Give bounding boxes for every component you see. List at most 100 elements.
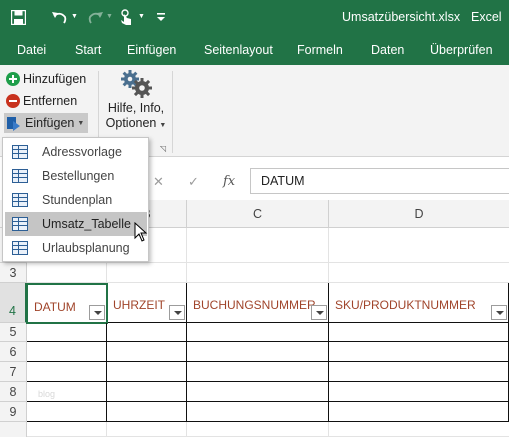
touch-dropdown-icon[interactable]: ▼ <box>138 13 145 20</box>
gears-icon <box>119 69 153 99</box>
menu-item-umsatz-tabelle[interactable]: Umsatz_Tabelle <box>5 212 147 236</box>
menu-item-label: Stundenplan <box>42 193 113 207</box>
tab-start[interactable]: Start <box>75 43 101 57</box>
help-info-options-button[interactable]: Hilfe, Info, Optionen ▼ <box>103 69 169 133</box>
menu-item-label: Adressvorlage <box>42 145 122 159</box>
column-header-d[interactable]: D <box>329 200 509 228</box>
menu-item-adressvorlage[interactable]: Adressvorlage <box>5 140 147 164</box>
table-cell[interactable] <box>107 323 187 342</box>
menu-item-urlaubsplanung[interactable]: Urlaubsplanung <box>5 236 147 260</box>
filter-dropdown-datum[interactable] <box>89 305 105 320</box>
table-cell[interactable] <box>27 323 107 342</box>
filter-dropdown-buchungsnummer[interactable] <box>311 305 327 320</box>
file-name: Umsatzübersicht.xlsx <box>342 10 461 24</box>
cell[interactable] <box>329 228 509 263</box>
mouse-cursor-icon <box>134 222 148 242</box>
insert-button[interactable]: Einfügen ▼ <box>4 113 88 133</box>
tab-einfuegen[interactable]: Einfügen <box>127 43 176 57</box>
insert-label: Einfügen <box>25 116 75 130</box>
app-name: Excel <box>471 10 502 24</box>
row-header-5[interactable]: 5 <box>0 323 27 342</box>
add-button[interactable]: Hinzufügen <box>6 69 86 89</box>
column-header-c[interactable]: C <box>187 200 329 228</box>
add-icon <box>6 72 20 86</box>
menu-item-label: Umsatz_Tabelle <box>42 217 131 231</box>
tab-seitenlayout[interactable]: Seitenlayout <box>204 43 273 57</box>
table-cell[interactable] <box>329 362 509 382</box>
add-label: Hinzufügen <box>23 72 87 86</box>
redo-dropdown-icon[interactable]: ▼ <box>106 13 113 20</box>
cancel-icon[interactable]: ✕ <box>153 174 164 190</box>
table-cell[interactable] <box>27 342 107 362</box>
table-cell[interactable] <box>329 323 509 342</box>
table-template-icon <box>12 217 28 231</box>
cell[interactable] <box>27 263 107 283</box>
table-cell[interactable] <box>107 362 187 382</box>
table-cell[interactable] <box>107 402 187 422</box>
cell[interactable] <box>187 263 329 283</box>
redo-icon[interactable] <box>86 8 104 26</box>
table-cell[interactable] <box>187 382 329 402</box>
table-cell[interactable] <box>107 342 187 362</box>
ribbon-tabs: Datei Start Einfügen Seitenlayout Formel… <box>0 35 509 65</box>
table-cell[interactable] <box>329 382 509 402</box>
group-launcher-icon[interactable]: ◹ <box>160 144 166 153</box>
table-cell[interactable] <box>187 402 329 422</box>
help-label-line1: Hilfe, Info, <box>107 101 165 115</box>
remove-button[interactable]: Entfernen <box>6 91 77 111</box>
row-header[interactable] <box>0 422 27 437</box>
watermark: blog <box>38 389 56 399</box>
cell[interactable] <box>187 422 329 437</box>
cell[interactable] <box>187 228 329 263</box>
cell[interactable] <box>27 422 107 437</box>
table-cell[interactable] <box>27 402 107 422</box>
row-header-3[interactable]: 3 <box>0 263 27 283</box>
table-template-icon <box>12 193 28 207</box>
table-header-buchungsnummer[interactable]: BUCHUNGSNUMMER <box>187 283 329 323</box>
save-icon[interactable] <box>10 8 26 26</box>
title-bar: ▼ ▼ ▼ Umsatzübersicht.xlsx Excel <box>0 0 509 35</box>
remove-icon <box>6 94 20 108</box>
table-template-icon <box>12 169 28 183</box>
row-header-6[interactable]: 6 <box>0 342 27 362</box>
formula-input[interactable]: DATUM <box>250 168 509 194</box>
table-template-icon <box>12 241 28 255</box>
table-cell[interactable] <box>187 362 329 382</box>
menu-item-label: Bestellungen <box>42 169 115 183</box>
menu-item-bestellungen[interactable]: Bestellungen <box>5 164 147 188</box>
customize-qat-icon[interactable] <box>154 8 168 26</box>
filter-dropdown-sku[interactable] <box>491 305 507 320</box>
table-cell[interactable] <box>329 342 509 362</box>
cell[interactable] <box>107 263 187 283</box>
tab-formeln[interactable]: Formeln <box>297 43 343 57</box>
table-template-icon <box>12 145 28 159</box>
enter-icon[interactable]: ✓ <box>188 174 199 190</box>
remove-label: Entfernen <box>23 94 78 108</box>
table-cell[interactable] <box>329 402 509 422</box>
row-header-4[interactable]: 4 <box>0 283 27 323</box>
undo-dropdown-icon[interactable]: ▼ <box>71 13 78 20</box>
touch-mode-icon[interactable] <box>118 8 134 26</box>
table-cell[interactable] <box>187 342 329 362</box>
filter-dropdown-uhrzeit[interactable] <box>169 305 185 320</box>
table-cell[interactable] <box>27 362 107 382</box>
insert-function-icon[interactable]: fx <box>223 174 235 189</box>
row-header-7[interactable]: 7 <box>0 362 27 382</box>
menu-item-label: Urlaubsplanung <box>42 241 130 255</box>
cell[interactable] <box>107 422 187 437</box>
cell[interactable] <box>329 422 509 437</box>
insert-template-menu: Adressvorlage Bestellungen Stundenplan U… <box>2 137 149 262</box>
table-cell[interactable] <box>187 323 329 342</box>
table-header-sku[interactable]: SKU/PRODUKTNUMMER <box>329 283 509 323</box>
table-cell[interactable] <box>107 382 187 402</box>
row-header-8[interactable]: 8 <box>0 382 27 402</box>
undo-icon[interactable] <box>50 8 68 26</box>
cell[interactable] <box>329 263 509 283</box>
menu-item-stundenplan[interactable]: Stundenplan <box>5 188 147 212</box>
tab-datei[interactable]: Datei <box>17 43 46 57</box>
help-label-line2: Optionen ▼ <box>105 116 167 130</box>
tab-daten[interactable]: Daten <box>371 43 404 57</box>
insert-dropdown-icon: ▼ <box>77 119 85 127</box>
tab-ueberpruefen[interactable]: Überprüfen <box>430 43 493 57</box>
row-header-9[interactable]: 9 <box>0 402 27 422</box>
